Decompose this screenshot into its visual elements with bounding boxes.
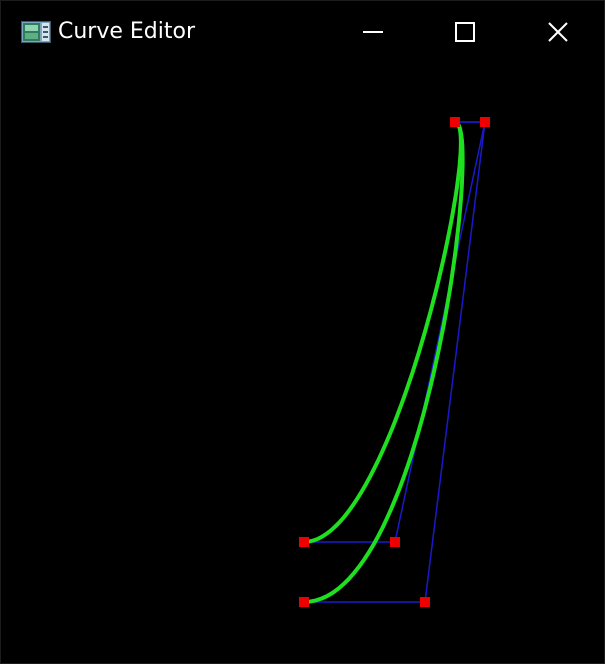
close-icon (547, 22, 568, 42)
curve-drawing[interactable] (1, 63, 604, 663)
title-bar[interactable]: Curve Editor (1, 1, 604, 63)
bezier-curve (302, 120, 463, 544)
maximize-button[interactable] (419, 1, 511, 63)
app-window-icon (21, 21, 51, 43)
control-point-handle[interactable] (299, 537, 309, 547)
control-point-handle[interactable] (480, 117, 490, 127)
control-point-handle[interactable] (390, 537, 400, 547)
control-point-handle[interactable] (299, 597, 309, 607)
curve-canvas[interactable] (1, 63, 604, 663)
window-title: Curve Editor (58, 19, 196, 44)
minimize-button[interactable] (327, 1, 419, 63)
close-button[interactable] (511, 1, 604, 63)
minimize-icon (363, 31, 383, 33)
control-point-handle[interactable] (420, 597, 430, 607)
control-point-handle[interactable] (450, 117, 460, 127)
bezier-curve (302, 120, 465, 604)
curve-editor-window: Curve Editor (0, 0, 605, 664)
maximize-icon (455, 22, 475, 42)
